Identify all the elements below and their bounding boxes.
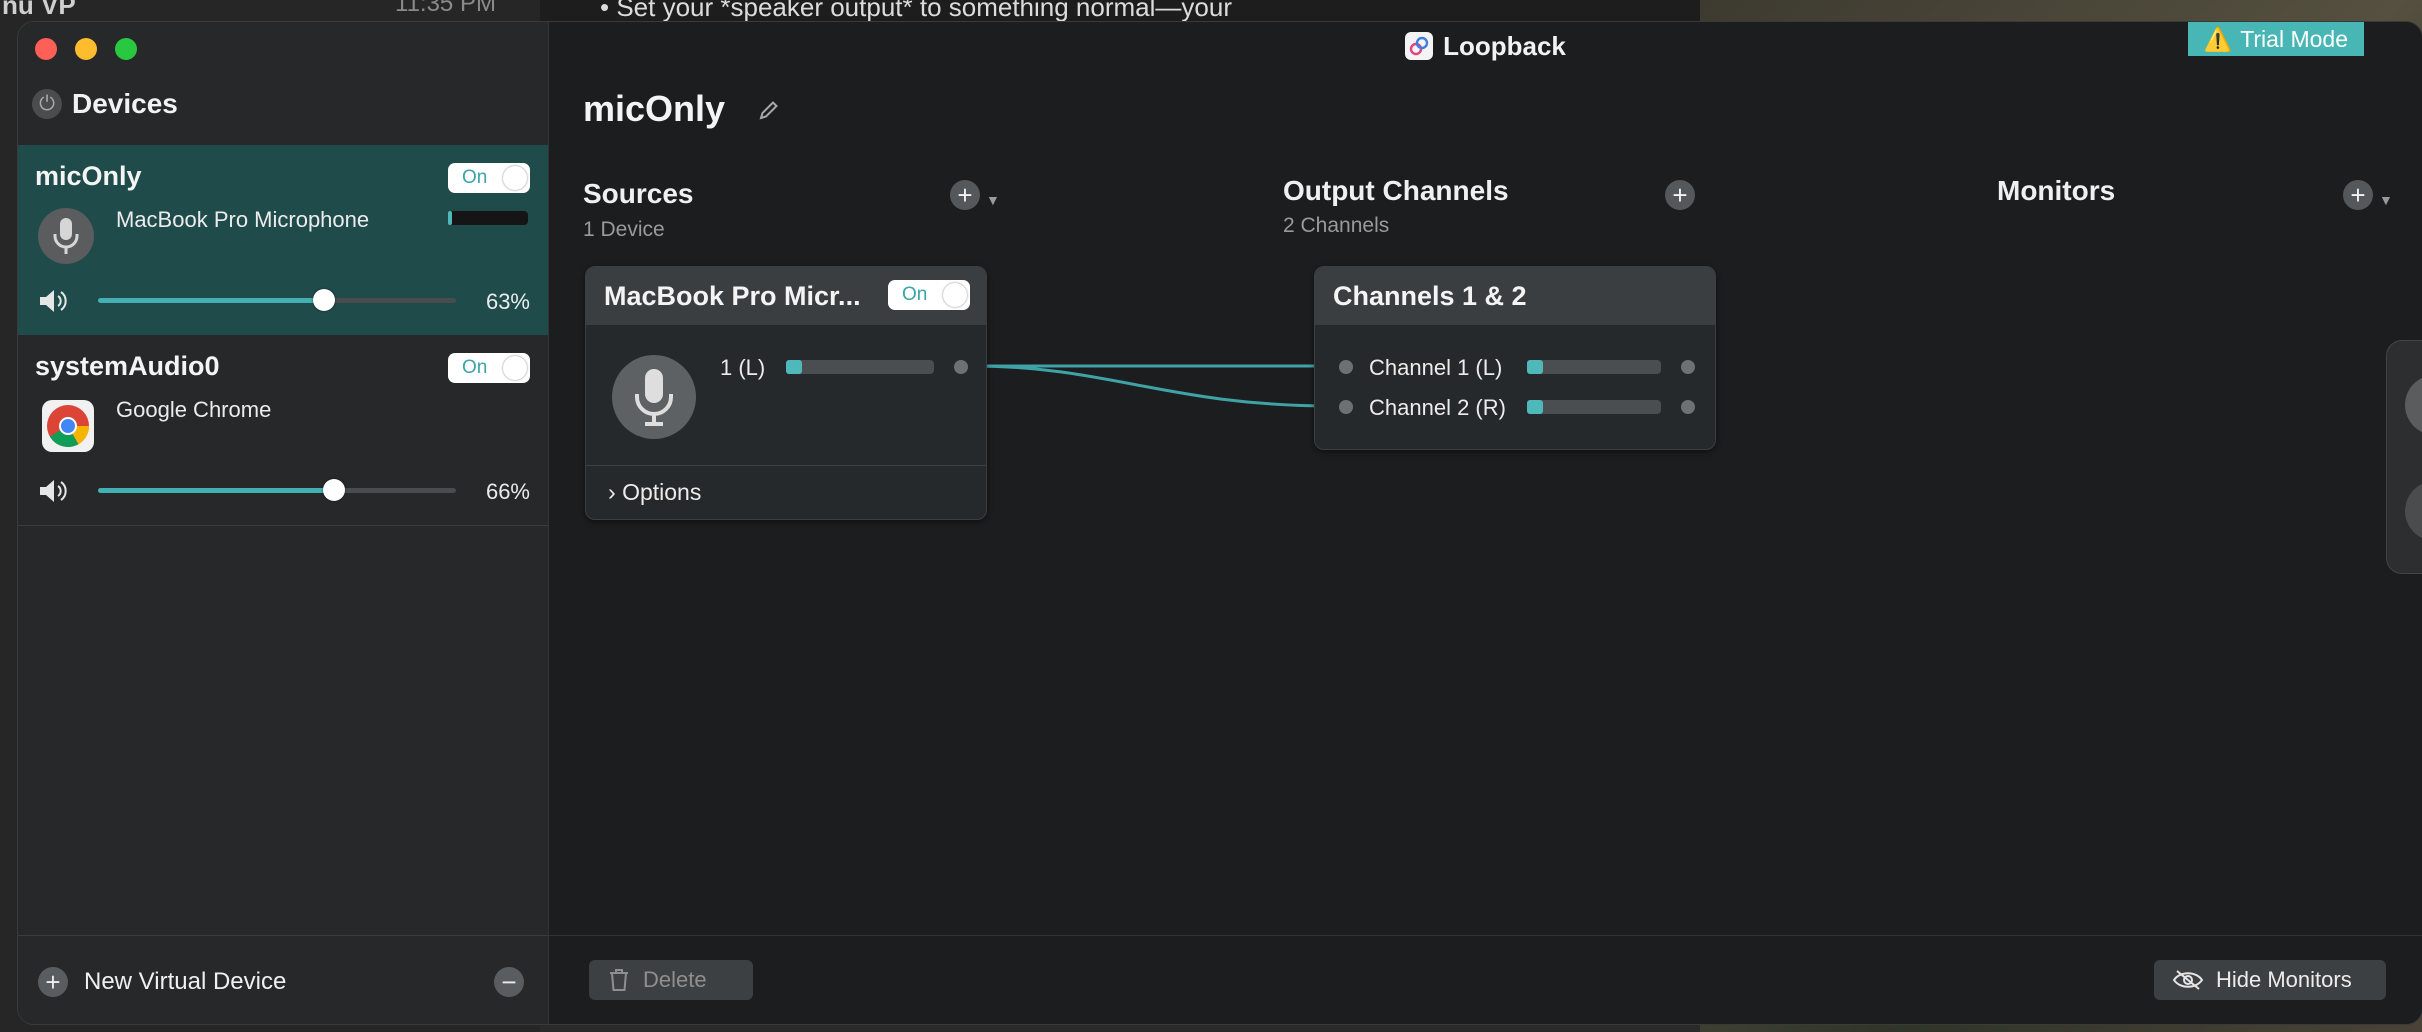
level-meter [1527, 360, 1661, 374]
hide-monitors-button[interactable]: Hide Monitors [2154, 960, 2386, 1000]
background-title-fragment: nu VP [2, 0, 76, 20]
sidebar: ⏻ Devices micOnly On MacBook Pro Microph… [18, 22, 549, 1024]
delete-button[interactable]: Delete [589, 960, 753, 1000]
microphone-icon [612, 355, 696, 439]
volume-percent: 63% [485, 289, 530, 314]
toggle-knob [503, 166, 527, 190]
chrome-icon [42, 400, 94, 452]
source-card[interactable]: MacBook Pro Micr... On 1 (L) › Options [585, 266, 987, 520]
divider [18, 525, 548, 526]
loopback-window: ⏻ Devices micOnly On MacBook Pro Microph… [18, 22, 2422, 1024]
source-card-title: MacBook Pro Micr... [604, 281, 861, 311]
devices-icon: ⏻ [32, 89, 62, 119]
volume-slider[interactable] [98, 289, 456, 311]
volume-slider-thumb[interactable] [323, 479, 346, 501]
output-port[interactable] [1681, 400, 1695, 414]
device-row-miconly[interactable]: micOnly On MacBook Pro Microphone 63% [18, 145, 548, 335]
new-virtual-device-label: New Virtual Device [84, 968, 287, 995]
device-name: systemAudio0 [35, 351, 220, 381]
hide-monitors-label: Hide Monitors [2216, 967, 2352, 992]
divider [586, 465, 986, 466]
device-name: micOnly [35, 161, 142, 191]
side-panel [2386, 340, 2422, 574]
input-port[interactable] [1339, 400, 1353, 414]
level-meter [786, 360, 934, 374]
devices-label: Devices [72, 88, 178, 119]
speaker-icon [38, 288, 68, 314]
eye-slash-icon [2172, 970, 2204, 990]
source-toggle[interactable]: On [888, 280, 970, 310]
background-document: • Set your *speaker output* to something… [540, 0, 1700, 24]
toggle-knob [943, 283, 967, 307]
background-time: 11:35 PM [395, 0, 496, 17]
plus-icon: + [38, 967, 68, 997]
toggle-label: On [462, 167, 488, 188]
volume-slider-thumb[interactable] [312, 289, 335, 311]
new-virtual-device-button[interactable]: + New Virtual Device [38, 967, 286, 997]
devices-header: ⏻ Devices [32, 88, 178, 120]
output-card-header: Channels 1 & 2 [1315, 267, 1715, 325]
channel-label: Channel 1 (L) [1369, 355, 1503, 380]
minimize-button[interactable] [75, 38, 97, 60]
options-label: Options [622, 479, 702, 505]
options-disclosure[interactable]: › Options [608, 479, 701, 506]
avatar [2405, 375, 2422, 435]
chevron-right-icon: › [608, 479, 616, 505]
trash-icon [610, 969, 628, 991]
device-toggle[interactable]: On [448, 353, 530, 383]
delete-label: Delete [643, 967, 707, 992]
device-row-systemaudio0[interactable]: systemAudio0 On Google Chrome 66% [18, 335, 548, 525]
source-name: MacBook Pro Microphone [116, 207, 370, 232]
divider [549, 935, 2422, 936]
source-card-header: MacBook Pro Micr... On [586, 267, 986, 325]
remove-device-button[interactable]: − [494, 967, 524, 997]
microphone-icon [38, 208, 94, 264]
speaker-icon [38, 478, 68, 504]
output-card-title: Channels 1 & 2 [1333, 281, 1527, 311]
output-port[interactable] [1681, 360, 1695, 374]
volume-slider[interactable] [98, 479, 456, 501]
zoom-button[interactable] [115, 38, 137, 60]
output-port[interactable] [954, 360, 968, 374]
close-button[interactable] [35, 38, 57, 60]
output-card[interactable]: Channels 1 & 2 Channel 1 (L) Channel 2 (… [1314, 266, 1716, 450]
source-name: Google Chrome [116, 397, 272, 422]
volume-percent: 66% [485, 479, 530, 504]
avatar [2405, 481, 2422, 541]
toggle-knob [503, 356, 527, 380]
source-channel-label: 1 (L) [720, 355, 766, 380]
channel-label: Channel 2 (R) [1369, 395, 1506, 420]
input-port[interactable] [1339, 360, 1353, 374]
device-toggle[interactable]: On [448, 163, 530, 193]
divider [18, 935, 548, 936]
main-panel: Loopback ⚠️ Trial Mode micOnly Sources 1… [549, 22, 2422, 1024]
level-meter [448, 211, 528, 225]
toggle-label: On [462, 357, 488, 378]
level-meter [1527, 400, 1661, 414]
toggle-label: On [902, 284, 928, 305]
